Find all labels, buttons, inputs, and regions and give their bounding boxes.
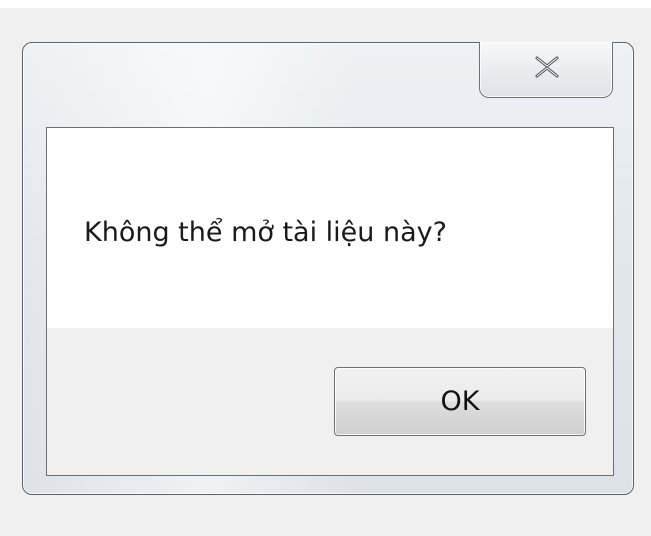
- message-area: Không thể mở tài liệu này?: [47, 128, 613, 328]
- close-icon: [535, 56, 559, 78]
- dialog-client-area: Không thể mở tài liệu này? OK: [46, 127, 614, 476]
- dialog-message: Không thể mở tài liệu này?: [84, 217, 447, 248]
- top-strip: [0, 0, 651, 8]
- close-button[interactable]: [479, 42, 613, 98]
- screen: Không thể mở tài liệu này? OK: [0, 0, 651, 536]
- ok-button[interactable]: OK: [334, 367, 586, 436]
